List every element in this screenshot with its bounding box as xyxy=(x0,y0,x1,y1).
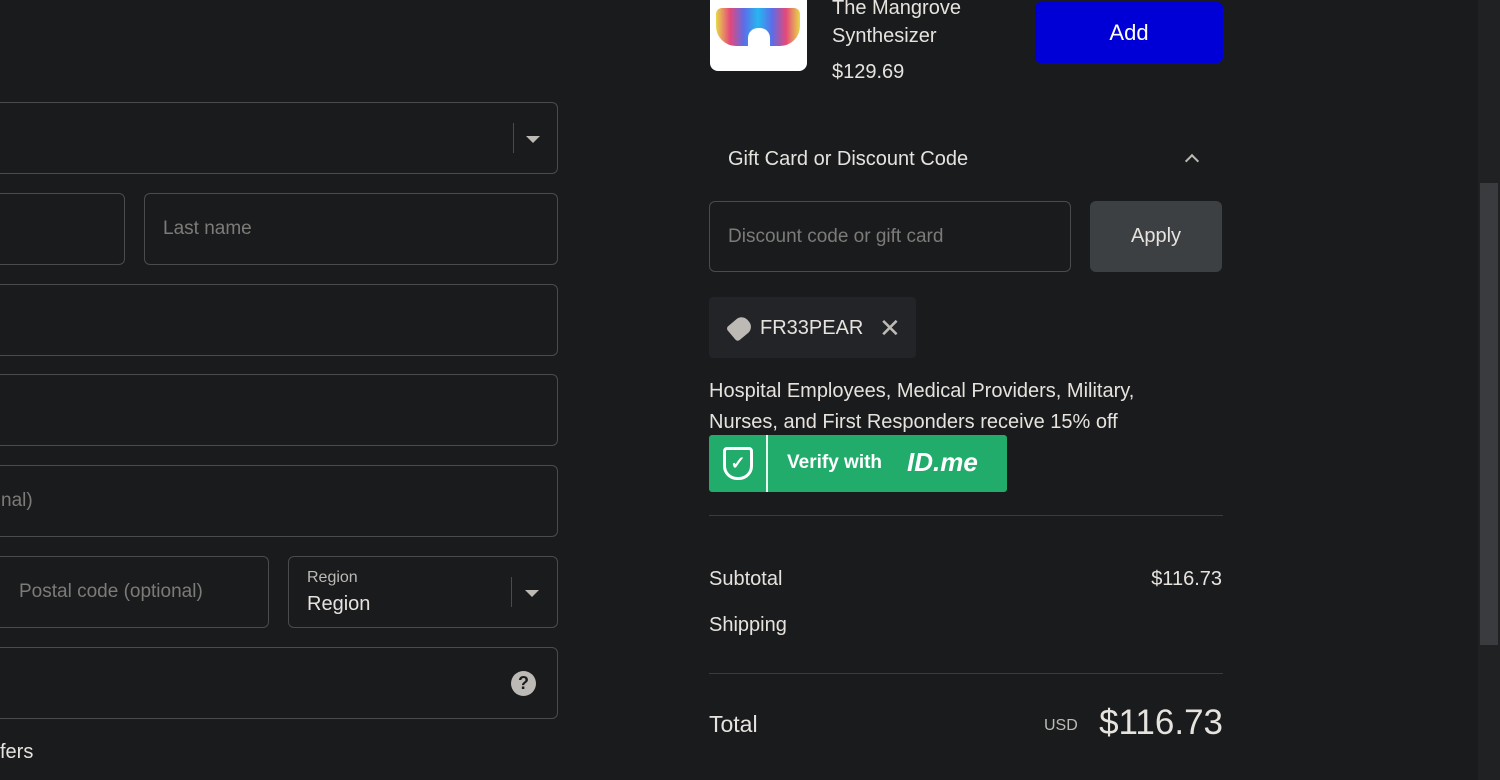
region-select[interactable]: Region Region xyxy=(288,556,558,628)
tag-icon xyxy=(725,314,755,342)
shipping-label: Shipping xyxy=(709,614,787,636)
apply-button[interactable]: Apply xyxy=(1090,201,1222,272)
product-price: $129.69 xyxy=(832,61,905,83)
region-label: Region xyxy=(307,569,358,586)
phone-input[interactable]: ? xyxy=(0,647,558,719)
scrollbar-track[interactable] xyxy=(1478,0,1500,780)
total-label: Total xyxy=(709,711,758,737)
last-name-input[interactable]: Last name xyxy=(144,193,558,265)
total-value: $116.73 xyxy=(1099,703,1223,742)
idme-logo: ID.me xyxy=(907,447,978,477)
remove-code-icon[interactable]: ✕ xyxy=(879,313,901,344)
address-line-input[interactable] xyxy=(0,374,558,446)
chevron-down-icon xyxy=(525,590,539,597)
divider xyxy=(709,673,1223,674)
currency-label: USD xyxy=(1044,717,1078,734)
chevron-down-icon xyxy=(526,136,540,143)
first-name-input[interactable] xyxy=(0,193,125,265)
subtotal-label: Subtotal xyxy=(709,568,783,590)
applied-code-tag: FR33PEAR ✕ xyxy=(709,297,916,358)
product-name-line2: Synthesizer xyxy=(832,25,937,47)
scrollbar-thumb[interactable] xyxy=(1480,183,1498,645)
shield-check-icon: ✓ xyxy=(723,447,753,480)
discount-heading: Gift Card or Discount Code xyxy=(728,148,969,170)
product-name-line1: The Mangrove xyxy=(832,0,961,19)
add-button[interactable]: Add xyxy=(1035,2,1223,63)
help-icon[interactable]: ? xyxy=(511,671,536,696)
discount-placeholder: Discount code or gift card xyxy=(728,226,944,247)
discount-toggle[interactable]: Gift Card or Discount Code xyxy=(709,140,1223,180)
apartment-placeholder: nal) xyxy=(1,490,33,511)
country-select[interactable] xyxy=(0,102,558,174)
applied-code: FR33PEAR xyxy=(760,317,864,339)
region-value: Region xyxy=(307,593,371,615)
divider xyxy=(511,577,512,607)
promo-text: Hospital Employees, Medical Providers, M… xyxy=(709,380,1135,433)
verify-label: Verify with xyxy=(787,452,883,473)
chevron-up-icon xyxy=(1184,153,1200,169)
subtotal-value: $116.73 xyxy=(1151,568,1222,590)
last-name-placeholder: Last name xyxy=(163,218,252,239)
verify-idme-button[interactable]: ✓ Verify with ID.me xyxy=(709,435,1007,492)
offers-label: fers xyxy=(0,741,34,763)
address-input[interactable] xyxy=(0,284,558,356)
divider xyxy=(709,515,1223,516)
postal-code-placeholder: Postal code (optional) xyxy=(19,581,203,602)
postal-code-input[interactable]: Postal code (optional) xyxy=(0,556,269,628)
discount-input[interactable]: Discount code or gift card xyxy=(709,201,1071,272)
divider xyxy=(513,123,514,153)
apartment-input[interactable]: nal) xyxy=(0,465,558,537)
product-thumbnail xyxy=(710,0,807,71)
